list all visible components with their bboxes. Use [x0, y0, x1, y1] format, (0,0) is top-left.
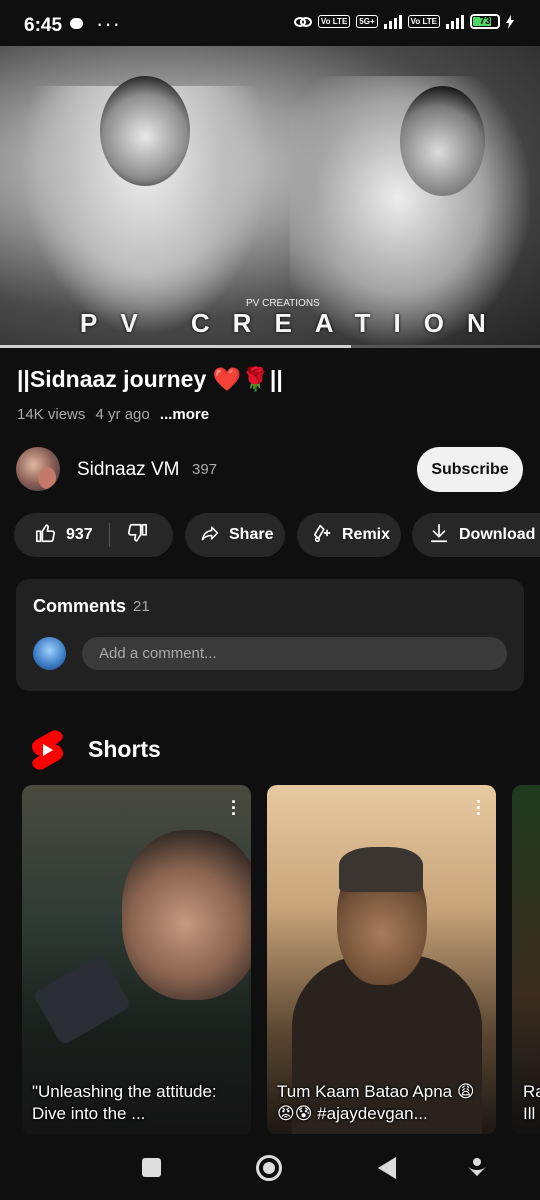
remix-icon: [313, 524, 331, 542]
battery-icon: 73: [470, 14, 500, 29]
short-thumbnail-cap: [339, 847, 423, 892]
upload-age: 4 yr ago: [95, 406, 150, 423]
status-bar: 6:45 ··· Vo LTE 5G+ Vo LTE 73: [0, 0, 540, 46]
comments-heading: Comments: [33, 596, 127, 616]
more-notifications-icon: ···: [96, 11, 121, 36]
video-face-left: [100, 76, 190, 186]
chat-notification-icon: [70, 18, 83, 29]
shorts-heading: Shorts: [88, 736, 161, 762]
status-time: 6:45: [24, 15, 63, 36]
video-progress-played: [0, 345, 351, 348]
more-options-icon[interactable]: · · ·: [231, 793, 237, 823]
assistant-icon[interactable]: [466, 1156, 488, 1178]
like-divider: [108, 523, 110, 547]
hotspot-icon: [293, 16, 312, 27]
action-row: 937 Share Remix Download: [14, 513, 540, 557]
subscribe-button[interactable]: Subscribe: [417, 447, 523, 492]
charging-icon: [506, 14, 514, 29]
system-nav-bar: [0, 1134, 540, 1200]
short-card[interactable]: · · · Tum Kaam Batao Apna 😩😡😰 #ajaydevgan.…: [267, 785, 496, 1135]
short-caption: "Unleashing the attitude: Dive into the …: [32, 1082, 217, 1123]
home-button[interactable]: [256, 1155, 282, 1181]
short-card[interactable]: Ra Ill: [512, 785, 540, 1135]
volte-badge: Vo LTE: [317, 15, 351, 28]
more-options-icon[interactable]: · · ·: [476, 793, 482, 823]
status-icons: Vo LTE 5G+ Vo LTE 73: [293, 14, 514, 29]
thumbs-up-icon: [36, 523, 55, 542]
dislike-button[interactable]: [126, 522, 148, 549]
signal-bars-icon-2: [446, 14, 464, 29]
video-face-right: [400, 86, 485, 196]
shorts-logo-icon: [31, 730, 64, 770]
thumbs-down-icon: [127, 523, 147, 542]
view-count: 14K views: [17, 406, 86, 423]
subscriber-count: 397: [192, 461, 218, 478]
channel-name[interactable]: Sidnaaz VM: [77, 459, 179, 481]
back-button[interactable]: [378, 1157, 396, 1179]
video-title[interactable]: ||Sidnaaz journey ❤️🌹||: [17, 366, 283, 393]
video-progress-bar[interactable]: [0, 345, 540, 348]
short-card[interactable]: · · · "Unleashing the attitude: Dive into …: [22, 785, 251, 1135]
share-label: Share: [229, 526, 274, 543]
remix-label: Remix: [342, 526, 391, 543]
comments-card[interactable]: Comments 21 Add a comment...: [16, 579, 524, 691]
video-player[interactable]: PV CREATIONS PV CREATION: [0, 46, 540, 346]
channel-avatar[interactable]: [16, 447, 60, 491]
short-caption: Ra Ill: [523, 1082, 540, 1123]
battery-level: 73: [479, 16, 491, 27]
like-count: 937: [66, 526, 93, 543]
like-dislike-pill: 937: [14, 513, 173, 557]
recents-button[interactable]: [142, 1158, 161, 1177]
download-icon: [430, 523, 448, 542]
video-meta[interactable]: 14K views 4 yr ago ...more: [17, 406, 209, 423]
network-5g-badge: 5G+: [356, 15, 378, 28]
download-label: Download: [459, 526, 536, 543]
short-thumbnail-face: [122, 830, 251, 1000]
video-watermark-large: PV CREATION: [80, 308, 509, 338]
share-icon: [201, 525, 219, 540]
user-avatar: [33, 637, 66, 670]
signal-bars-icon: [383, 14, 402, 29]
volte-badge-2: Vo LTE: [407, 15, 440, 28]
download-button[interactable]: Download: [412, 513, 540, 557]
short-caption: Tum Kaam Batao Apna 😩😡😰 #ajaydevgan...: [277, 1082, 475, 1123]
share-button[interactable]: Share: [185, 513, 285, 557]
more-link[interactable]: ...more: [160, 406, 209, 423]
like-button[interactable]: [35, 522, 57, 549]
short-thumbnail-object: [32, 954, 132, 1046]
remix-button[interactable]: Remix: [297, 513, 401, 557]
add-comment-input[interactable]: Add a comment...: [82, 637, 507, 670]
comments-count: 21: [133, 598, 150, 615]
